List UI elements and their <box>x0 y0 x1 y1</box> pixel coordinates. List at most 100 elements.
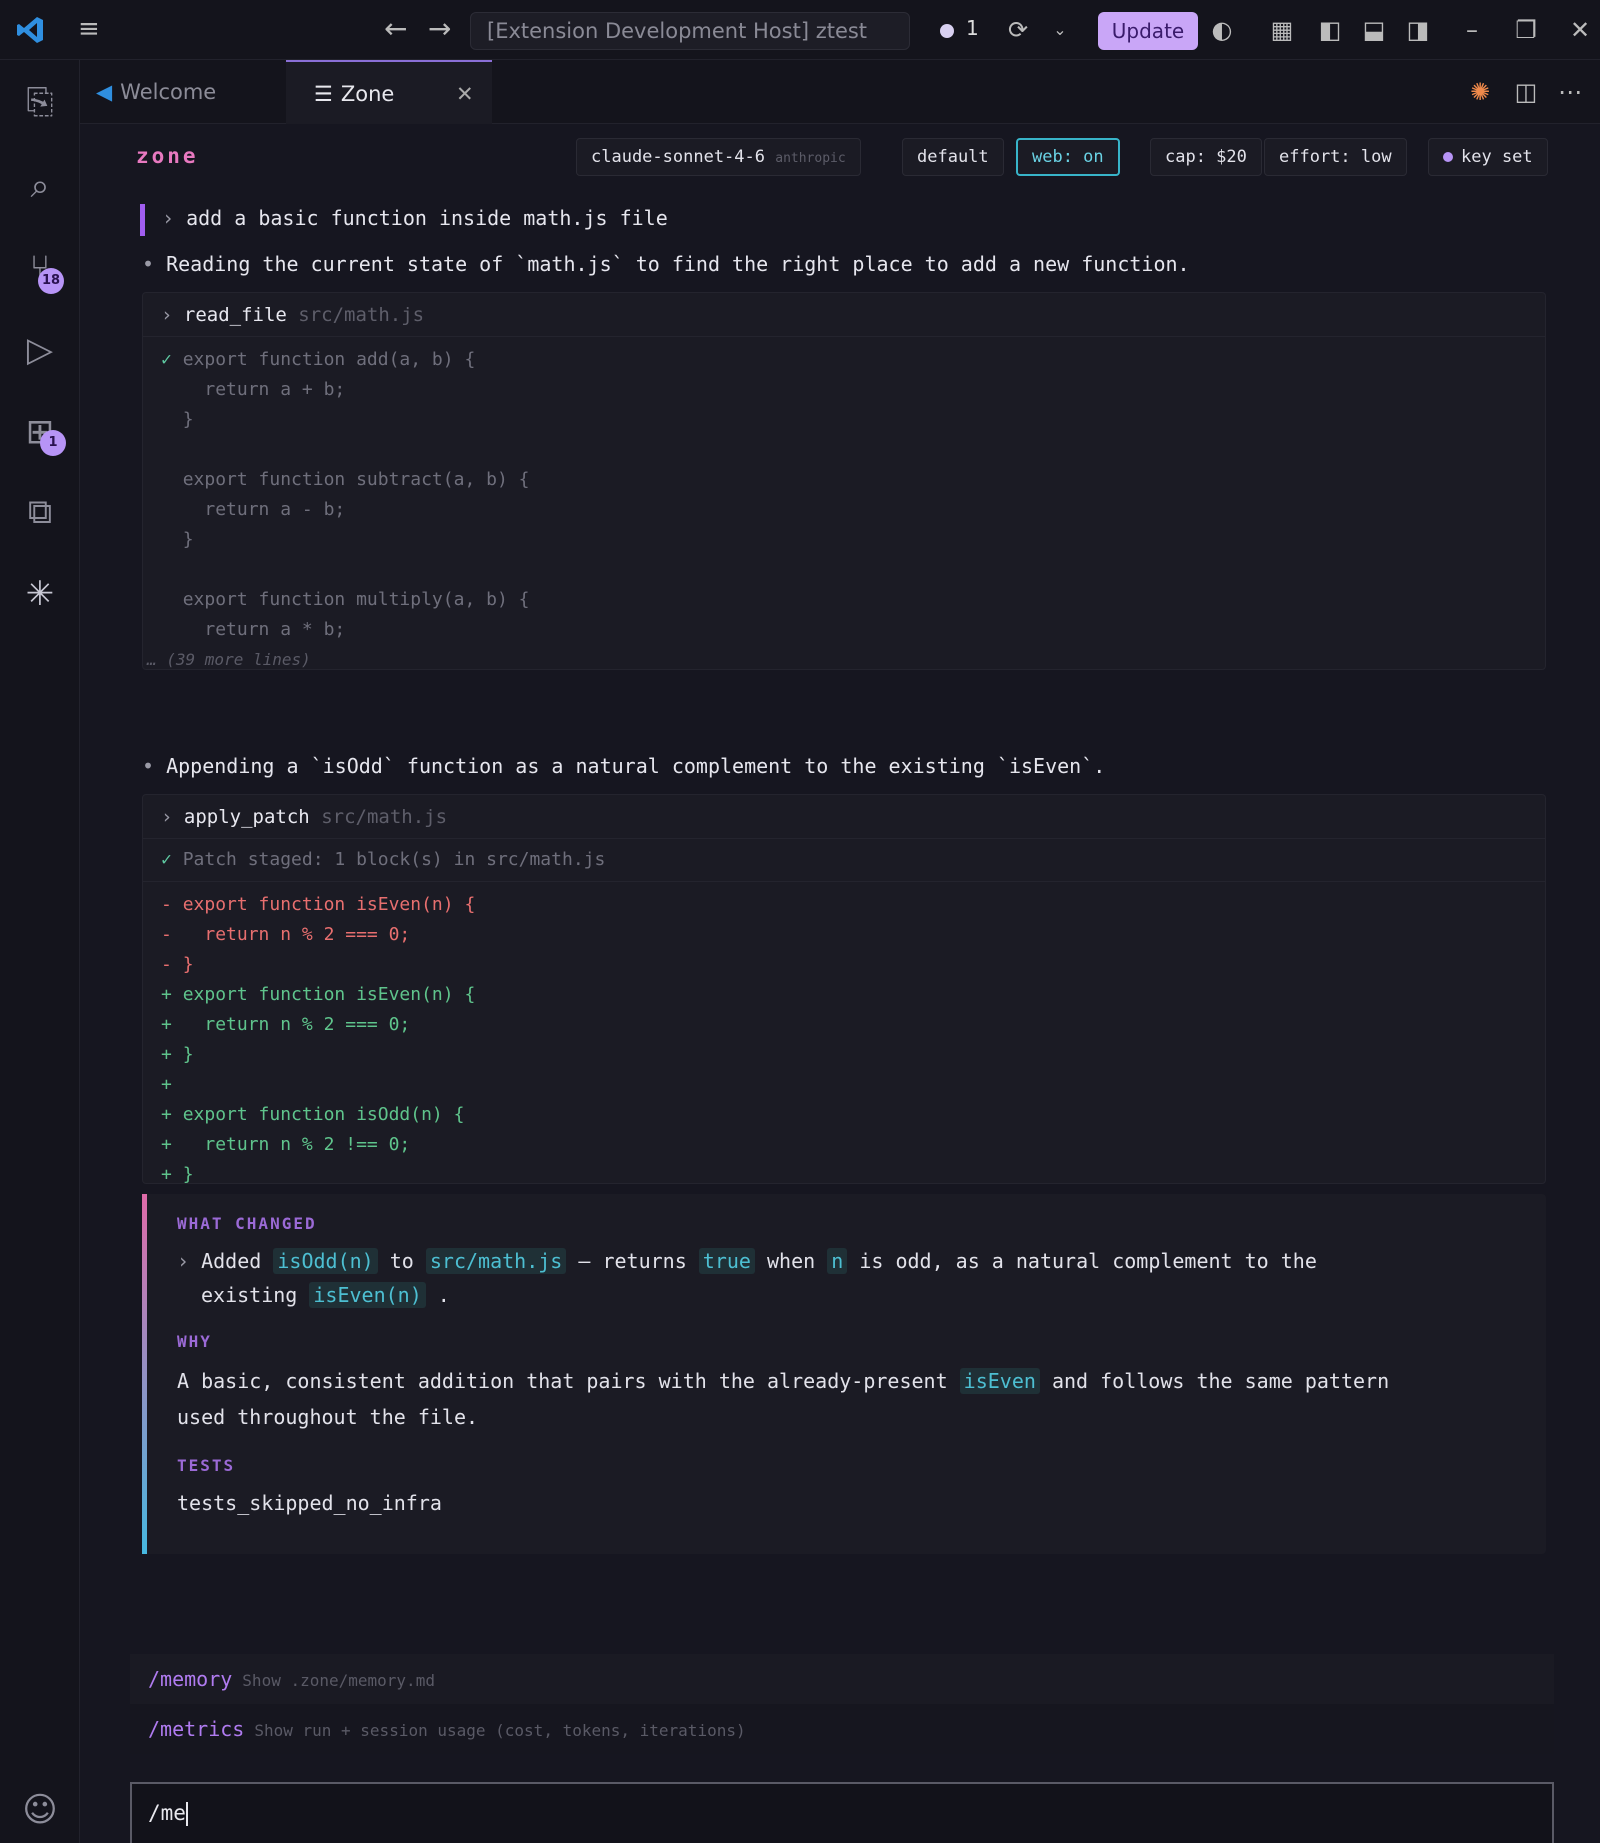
suggestion-cmd: /memory <box>148 1667 233 1691</box>
copilot-icon[interactable]: ◐ <box>1206 14 1238 46</box>
diff-sign: + <box>161 1074 172 1095</box>
restore-icon[interactable]: ❐ <box>1510 14 1542 46</box>
cap-pill[interactable]: cap: $20 <box>1150 138 1262 176</box>
code-text: export function multiply(a, b) { <box>182 589 530 610</box>
activity-bar: ⎘ ⌕ ⑂ 18 ▷ ⊞ 1 ⧉ ✳ ☺ <box>0 60 80 1843</box>
minimize-icon[interactable]: – <box>1456 14 1488 46</box>
sync-icon[interactable]: ⟳ <box>1002 14 1034 46</box>
close-window-icon[interactable]: ✕ <box>1564 14 1596 46</box>
suggestion-desc: Show run + session usage (cost, tokens, … <box>254 1721 746 1740</box>
read-file-header[interactable]: › read_file src/math.js <box>143 293 1545 337</box>
zone-brand: zone <box>136 144 199 168</box>
diff-view: - export function isEven(n) {- return n … <box>143 882 1545 1190</box>
remote-explorer-icon[interactable]: ⧉ <box>18 490 62 534</box>
diff-line-add: + export function isOdd(n) { <box>143 1100 1545 1130</box>
suggestion-metrics[interactable]: /metrics Show run + session usage (cost, … <box>130 1704 1554 1754</box>
zone-icon[interactable]: ✳ <box>18 572 62 616</box>
forward-arrow-icon[interactable]: → <box>428 14 451 44</box>
back-arrow-icon[interactable]: ← <box>384 14 407 44</box>
diff-text: export function isEven(n) { <box>182 894 476 915</box>
account-icon[interactable]: ☺ <box>18 1788 62 1832</box>
toggle-primary-sidebar-icon[interactable]: ◧ <box>1314 14 1346 46</box>
run-debug-icon[interactable]: ▷ <box>18 328 62 372</box>
hamburger-menu-icon[interactable]: ≡ <box>78 16 106 44</box>
tab-zone-label: Zone <box>340 82 395 106</box>
split-editor-icon[interactable]: ◫ <box>1510 76 1542 108</box>
chevron-down-icon[interactable]: ⌄ <box>1044 14 1076 46</box>
text-caret <box>185 1802 188 1826</box>
diff-sign: + <box>161 984 172 1005</box>
diff-line-add: + } <box>143 1160 1545 1190</box>
toggle-panel-icon[interactable]: ⬓ <box>1358 14 1390 46</box>
expand-chevron-icon: › <box>161 304 184 326</box>
more-actions-icon[interactable]: ⋯ <box>1554 76 1586 108</box>
effort-pill[interactable]: effort: low <box>1264 138 1407 176</box>
code-line: } <box>143 525 1545 555</box>
command-center-search[interactable]: [Extension Development Host] ztest <box>470 12 910 50</box>
tab-zone[interactable]: ☰ Zone ✕ <box>286 60 492 124</box>
diff-sign: + <box>161 1164 172 1185</box>
diff-line-del: - return n % 2 === 0; <box>143 920 1545 950</box>
extensions-badge: 1 <box>40 430 66 456</box>
tab-welcome[interactable]: ◀ Welcome <box>80 60 286 124</box>
what-changed-text-2: existing isEven(n) . <box>201 1278 450 1312</box>
code-text: return a * b; <box>182 619 346 640</box>
diff-text: return n % 2 === 0; <box>182 1014 411 1035</box>
diff-line-del: - export function isEven(n) { <box>143 890 1545 920</box>
claude-spark-icon[interactable]: ✺ <box>1464 76 1496 108</box>
text: — returns <box>578 1249 687 1273</box>
read-file-output: ✓ export function add(a, b) { return a +… <box>143 337 1545 675</box>
key-dot-icon <box>1443 152 1453 162</box>
suggestion-desc: Show .zone/memory.md <box>242 1671 435 1690</box>
vscode-tab-icon: ◀ <box>96 80 113 104</box>
notification-dot-icon <box>940 24 954 38</box>
chat-input[interactable]: /me <box>130 1782 1554 1843</box>
lines-icon: ☰ <box>314 82 333 106</box>
code-line: return a - b; <box>143 495 1545 525</box>
suggestion-memory[interactable]: /memory Show .zone/memory.md <box>130 1654 1554 1704</box>
code-chip: isEven <box>959 1368 1040 1394</box>
diff-text: } <box>182 954 194 975</box>
web-toggle-pill[interactable]: web: on <box>1016 138 1120 176</box>
model-pill[interactable]: claude-sonnet-4-6 anthropic <box>576 138 861 176</box>
search-icon[interactable]: ⌕ <box>18 164 62 208</box>
model-name: claude-sonnet-4-6 <box>591 147 765 167</box>
more-lines-note[interactable]: … (39 more lines) <box>143 645 1545 675</box>
code-chip: src/math.js <box>425 1248 567 1274</box>
read-file-block: › read_file src/math.js ✓ export functio… <box>142 292 1546 670</box>
what-changed-text: › Added isOdd(n) to src/math.js — return… <box>177 1244 1317 1278</box>
notification-count: 1 <box>966 16 979 40</box>
customize-layout-icon[interactable]: ▦ <box>1266 14 1298 46</box>
close-tab-icon[interactable]: ✕ <box>456 62 474 126</box>
diff-text: export function isOdd(n) { <box>182 1104 465 1125</box>
diff-line-add: + export function isEven(n) { <box>143 980 1545 1010</box>
code-text: } <box>182 529 194 550</box>
assistant-step-2: • Appending a `isOdd` function as a natu… <box>142 754 1105 778</box>
chat-input-value: /me <box>148 1801 186 1825</box>
diff-line-del: - } <box>143 950 1545 980</box>
vscode-logo-icon <box>17 17 43 43</box>
diff-line-add: + } <box>143 1040 1545 1070</box>
key-status-pill[interactable]: key set <box>1428 138 1548 176</box>
change-summary: WHAT CHANGED › Added isOdd(n) to src/mat… <box>142 1194 1546 1554</box>
update-button[interactable]: Update <box>1098 12 1198 50</box>
diff-line-add: + return n % 2 !== 0; <box>143 1130 1545 1160</box>
prompt-chevron-icon: › <box>162 206 187 230</box>
code-chip: true <box>698 1248 755 1274</box>
tab-welcome-label: Welcome <box>120 80 217 104</box>
apply-patch-header[interactable]: › apply_patch src/math.js <box>143 795 1545 839</box>
explorer-icon[interactable]: ⎘ <box>18 80 62 124</box>
suggestion-cmd: /metrics <box>148 1717 245 1741</box>
tests-value: tests_skipped_no_infra <box>177 1491 442 1515</box>
toggle-secondary-sidebar-icon[interactable]: ◨ <box>1402 14 1434 46</box>
why-label: WHY <box>177 1332 212 1351</box>
read-tool-path: src/math.js <box>298 304 425 326</box>
user-prompt-text: add a basic function inside math.js file <box>186 206 668 230</box>
code-chip: isOdd(n) <box>273 1248 378 1274</box>
mode-pill[interactable]: default <box>902 138 1004 176</box>
text: A basic, consistent addition that pairs … <box>177 1369 948 1393</box>
code-chip: n <box>827 1248 848 1274</box>
diff-line-add: + <box>143 1070 1545 1100</box>
why-text-2: used throughout the file. <box>177 1405 479 1429</box>
